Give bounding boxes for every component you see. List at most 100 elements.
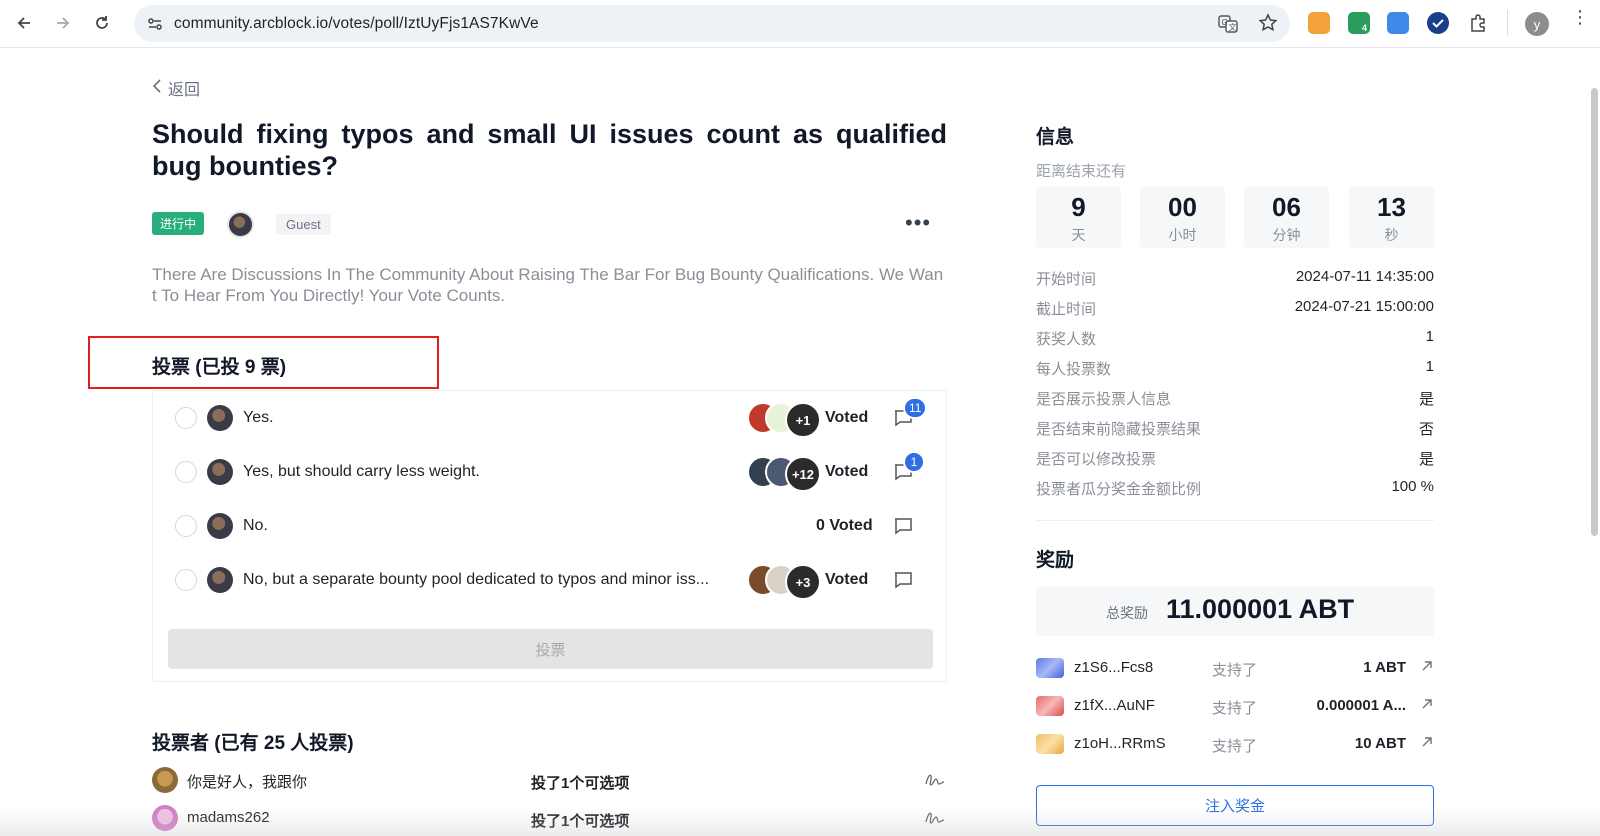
author-avatar[interactable]	[227, 211, 254, 238]
option-author-avatar	[207, 459, 233, 485]
site-info-icon[interactable]	[146, 15, 164, 38]
reward-label: 支持了	[1212, 662, 1258, 679]
info-row-bonus-ratio: 投票者瓜分奖金金额比例 100 %	[1036, 478, 1434, 500]
metamask-extension-icon[interactable]	[1308, 12, 1330, 34]
comment-count-badge: 11	[903, 397, 928, 419]
window-extension-icon[interactable]	[1387, 12, 1409, 34]
reload-icon[interactable]	[90, 11, 114, 35]
vote-option[interactable]: Yes. +1 Voted 11	[153, 393, 948, 445]
toolbar-divider	[1507, 10, 1508, 36]
reward-label: 支持了	[1212, 700, 1258, 717]
voter-name: madams262	[187, 809, 270, 826]
info-row-start-time: 开始时间 2024-07-11 14:35:00	[1036, 268, 1434, 290]
option-radio[interactable]	[175, 515, 197, 537]
vote-option[interactable]: Yes, but should carry less weight. +12 V…	[153, 447, 948, 499]
external-link-icon[interactable]	[1420, 735, 1434, 754]
countdown-value: 9	[1071, 192, 1086, 222]
reward-row[interactable]: z1oH...RRmS 支持了 10 ABT	[1036, 731, 1434, 757]
info-row-show-voters: 是否展示投票人信息 是	[1036, 388, 1434, 410]
translate-icon[interactable]: G文	[1218, 14, 1238, 39]
signature-icon[interactable]	[924, 771, 946, 789]
browser-menu-icon[interactable]: ⋮	[1571, 8, 1589, 26]
info-row-votes-per-person: 每人投票数 1	[1036, 358, 1434, 380]
option-radio[interactable]	[175, 569, 197, 591]
comment-icon[interactable]	[893, 571, 913, 589]
info-value: 是	[1418, 451, 1434, 468]
countdown-minutes: 06 分钟	[1244, 186, 1329, 248]
info-value: 2024-07-21 15:00:00	[1294, 298, 1434, 315]
time-remaining-label: 距离结束还有	[1036, 163, 1127, 180]
bookmark-star-icon[interactable]	[1258, 13, 1278, 38]
url-text[interactable]: community.arcblock.io/votes/poll/IztUyFj…	[174, 15, 539, 33]
info-value: 是	[1418, 391, 1434, 408]
info-key: 是否结束前隐藏投票结果	[1036, 421, 1202, 438]
countdown-unit: 小时	[1168, 227, 1197, 243]
sponsor-address[interactable]: z1oH...RRmS	[1074, 735, 1166, 752]
more-voters-count: +1	[785, 402, 821, 438]
reward-row[interactable]: z1fX...AuNF 支持了 0.000001 A...	[1036, 693, 1434, 719]
voter-row[interactable]: madams262 投了1个可选项	[152, 805, 947, 835]
more-voters-count: +12	[785, 456, 821, 492]
comment-icon[interactable]: 1	[893, 451, 925, 481]
info-key: 截止时间	[1036, 301, 1097, 318]
more-options-icon[interactable]: •••	[905, 210, 931, 236]
back-arrow-icon[interactable]	[12, 11, 36, 35]
sponsor-avatar	[1036, 658, 1064, 678]
page-scrollbar[interactable]	[1591, 88, 1598, 536]
rewards-section-title: 奖励	[1036, 550, 1075, 571]
comment-icon[interactable]: 11	[893, 397, 928, 427]
countdown-seconds: 13 秒	[1349, 186, 1434, 248]
voter-row[interactable]: 你是好人，我跟你 投了1个可选项	[152, 767, 947, 797]
sponsor-avatar	[1036, 734, 1064, 754]
chevron-left-icon	[152, 78, 162, 99]
voted-label: 0 Voted	[816, 517, 873, 534]
countdown-value: 06	[1272, 192, 1301, 222]
sponsor-address[interactable]: z1fX...AuNF	[1074, 697, 1155, 714]
check-extension-icon[interactable]	[1427, 12, 1449, 34]
signature-icon[interactable]	[924, 809, 946, 827]
voted-label: Voted	[825, 409, 869, 426]
info-key: 每人投票数	[1036, 361, 1112, 378]
submit-vote-button[interactable]: 投票	[168, 629, 933, 669]
info-row-winners: 获奖人数 1	[1036, 328, 1434, 350]
info-value: 100 %	[1391, 478, 1434, 495]
forward-arrow-icon[interactable]	[51, 11, 75, 35]
comment-icon[interactable]	[893, 517, 913, 535]
poll-title: Should fixing typos and small UI issues …	[152, 119, 947, 181]
voter-avatar	[152, 805, 178, 831]
external-link-icon[interactable]	[1420, 697, 1434, 716]
option-author-avatar	[207, 405, 233, 431]
vote-option[interactable]: No, but a separate bounty pool dedicated…	[153, 555, 948, 607]
sponsor-address[interactable]: z1S6...Fcs8	[1074, 659, 1153, 676]
countdown-unit: 天	[1071, 227, 1086, 243]
author-role-badge: Guest	[276, 214, 331, 235]
poll-description: There Are Discussions In The Community A…	[152, 265, 944, 305]
option-author-avatar	[207, 567, 233, 593]
voter-choice: 投了1个可选项	[531, 813, 630, 830]
countdown-hours: 00 小时	[1140, 186, 1225, 248]
option-radio[interactable]	[175, 461, 197, 483]
option-author-avatar	[207, 513, 233, 539]
reward-row[interactable]: z1S6...Fcs8 支持了 1 ABT	[1036, 655, 1434, 681]
countdown-unit: 秒	[1384, 227, 1399, 243]
vote-option[interactable]: No. 0 Voted	[153, 501, 948, 553]
sponsor-avatar	[1036, 696, 1064, 716]
info-row-end-time: 截止时间 2024-07-21 15:00:00	[1036, 298, 1434, 320]
info-value: 1	[1425, 328, 1434, 345]
wallet-extension-icon[interactable]: 4	[1348, 12, 1370, 34]
option-label: No, but a separate bounty pool dedicated…	[243, 571, 710, 588]
external-link-icon[interactable]	[1420, 659, 1434, 678]
info-key: 投票者瓜分奖金金额比例	[1036, 481, 1202, 498]
add-reward-button[interactable]: 注入奖金	[1036, 785, 1434, 826]
status-badge: 进行中	[152, 212, 205, 235]
voter-choice: 投了1个可选项	[531, 775, 630, 792]
voted-label: Voted	[825, 463, 869, 480]
option-radio[interactable]	[175, 407, 197, 429]
address-bar[interactable]: community.arcblock.io/votes/poll/IztUyFj…	[134, 5, 1290, 42]
comment-count-badge: 1	[903, 451, 925, 473]
back-link[interactable]: 返回	[152, 76, 200, 100]
extensions-puzzle-icon[interactable]	[1468, 12, 1490, 39]
votes-section-title: 投票 (已投 9 票)	[152, 357, 287, 378]
vote-options-card: Yes. +1 Voted 11 Yes, but should carry l…	[152, 390, 947, 682]
profile-avatar[interactable]: y	[1525, 12, 1549, 36]
